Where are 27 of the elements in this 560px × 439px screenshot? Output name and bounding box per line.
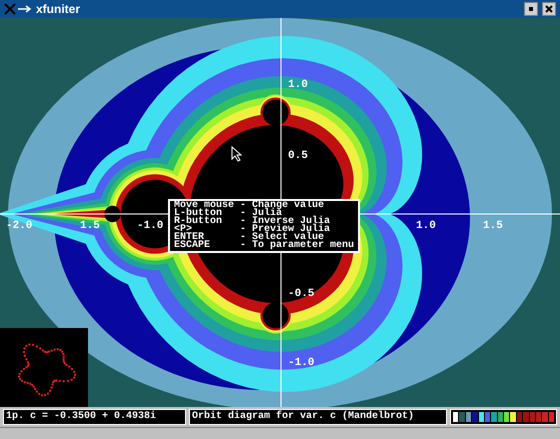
menu-separator: -: [240, 234, 246, 242]
axis-label: 1.0: [288, 80, 308, 91]
close-icon: [545, 5, 553, 13]
menu-separator: -: [240, 210, 246, 218]
mode-field: Orbit diagram for var. c (Mandelbrot): [189, 409, 447, 425]
parameter-field: 1p. c = -0.3500 + 0.4938i: [3, 409, 186, 425]
menu-separator: -: [240, 218, 246, 226]
menu-key: ESCAPE: [174, 242, 234, 250]
axis-label: 0.5: [288, 151, 308, 162]
x-logo-icon: [4, 3, 32, 15]
axis-label: -0.5: [288, 289, 314, 300]
axis-label: 1.5: [483, 221, 503, 232]
axis-label: 1.0: [416, 221, 436, 232]
minimize-button[interactable]: [524, 2, 538, 16]
menu-action: To parameter menu: [252, 242, 354, 250]
menu-action: Change value: [252, 202, 326, 210]
close-button[interactable]: [542, 2, 556, 16]
axis-label: 1.5: [80, 221, 100, 232]
minimize-icon: [529, 7, 533, 11]
menu-separator: -: [240, 202, 246, 210]
axis-label: -1.0: [137, 221, 164, 232]
axis-label: -1.0: [288, 358, 314, 369]
menu-separator: -: [240, 226, 246, 234]
window-title: xfuniter: [36, 3, 80, 15]
menu-separator: -: [240, 242, 246, 250]
mouse-pointer-icon: [231, 146, 243, 162]
menu-key: R-button: [174, 218, 234, 226]
